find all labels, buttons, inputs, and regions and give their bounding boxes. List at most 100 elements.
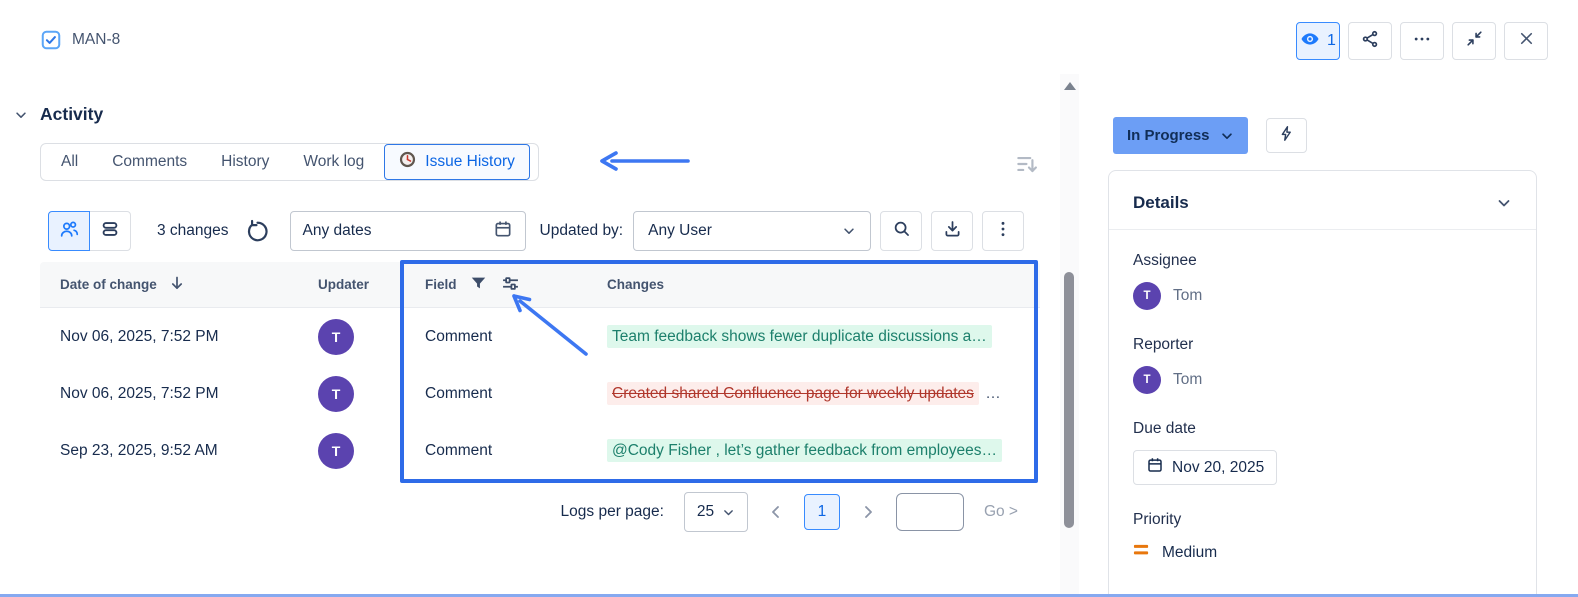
scrollbar-up-arrow[interactable] [1064,82,1076,90]
reporter-value[interactable]: T Tom [1133,366,1512,394]
download-icon [942,218,963,244]
group-by-user-toggle[interactable] [48,211,90,251]
chevron-down-icon[interactable] [14,108,28,122]
sort-order-icon[interactable] [1014,151,1040,182]
chevron-down-icon [1220,129,1234,143]
row-field: Comment [405,328,587,346]
activity-section-header: Activity [14,104,103,125]
close-icon [1517,29,1536,53]
history-toolbar: 3 changes Any dates Updated by: Any User [48,211,1024,251]
reporter-name: Tom [1173,371,1202,389]
assignee-value[interactable]: T Tom [1133,282,1512,310]
column-date-of-change[interactable]: Date of change [40,275,298,294]
collapse-button[interactable] [1452,22,1496,60]
divider [1109,229,1536,230]
tab-comments[interactable]: Comments [112,153,187,171]
reporter-label: Reporter [1133,336,1512,354]
next-page-icon[interactable] [860,504,876,520]
eye-icon [1300,29,1320,54]
page-size-select[interactable]: 25 [684,492,748,532]
share-icon [1360,29,1380,54]
list-view-toggle[interactable] [89,211,131,251]
chevron-down-icon [722,506,735,519]
priority-value[interactable]: Medium [1133,543,1512,562]
column-date-label: Date of change [60,277,157,292]
tab-issue-history-label: Issue History [425,153,515,171]
updated-by-label: Updated by: [540,222,624,240]
scrollbar[interactable] [1060,74,1079,597]
avatar: T [1133,366,1161,394]
search-button[interactable] [880,211,922,251]
lightning-icon [1277,124,1296,148]
issue-history-modal: MAN-8 1 Activity All Comments History Wo… [0,0,1578,597]
due-date-text: Nov 20, 2025 [1172,459,1264,477]
tab-work-log[interactable]: Work log [303,153,364,171]
sort-down-icon[interactable] [169,275,185,294]
avatar[interactable]: T [318,376,354,412]
task-type-icon [40,29,62,51]
calendar-icon [1146,456,1164,479]
page-size-value: 25 [697,503,714,521]
table-row[interactable]: Nov 06, 2025, 7:52 PM T Comment Team fee… [40,308,1040,365]
column-changes-label: Changes [607,277,664,292]
window-actions: 1 [1296,22,1548,60]
column-updater-label: Updater [318,277,369,292]
priority-label: Priority [1133,511,1512,529]
collapse-icon [1465,29,1484,53]
watchers-button[interactable]: 1 [1296,22,1340,60]
chevron-down-icon[interactable] [1496,195,1512,211]
close-button[interactable] [1504,22,1548,60]
column-field-label: Field [425,277,457,292]
go-to-page-input[interactable] [896,493,964,531]
refresh-icon[interactable] [245,219,270,244]
details-panel: Details Assignee T Tom Reporter T Tom Du… [1108,170,1537,597]
logs-per-page-label: Logs per page: [561,503,664,521]
details-header[interactable]: Details [1133,193,1512,213]
clock-icon [399,151,416,173]
people-icon [58,218,80,245]
changes-count: 3 changes [157,222,229,240]
history-table: Date of change Updater Field Changes Nov… [40,262,1040,479]
tab-all[interactable]: All [61,153,78,171]
tab-issue-history[interactable]: Issue History [384,144,530,180]
filter-funnel-icon[interactable] [469,274,488,296]
chevron-down-icon [842,224,856,238]
ellipsis-icon [1412,29,1432,54]
row-date: Sep 23, 2025, 9:52 AM [40,442,298,460]
change-removed-text[interactable]: Created shared Confluence page for weekl… [607,382,979,405]
field-settings-sliders-icon[interactable] [500,273,521,297]
status-label: In Progress [1127,127,1210,144]
status-dropdown[interactable]: In Progress [1113,117,1248,154]
row-field: Comment [405,442,587,460]
table-row[interactable]: Nov 06, 2025, 7:52 PM T Comment Created … [40,365,1040,422]
go-button[interactable]: Go > [984,503,1018,521]
change-added-text[interactable]: Team feedback shows fewer duplicate disc… [607,325,992,348]
change-added-text[interactable]: @Cody Fisher , let’s gather feedback fro… [607,439,1002,462]
avatar[interactable]: T [318,433,354,469]
current-page-button[interactable]: 1 [804,494,840,530]
due-date-label: Due date [1133,420,1512,438]
avatar[interactable]: T [318,319,354,355]
more-actions-button[interactable] [1400,22,1444,60]
scrollbar-thumb[interactable] [1064,272,1074,528]
share-button[interactable] [1348,22,1392,60]
watchers-count: 1 [1327,32,1336,50]
breadcrumb[interactable]: MAN-8 [40,29,120,51]
user-filter-select[interactable]: Any User [633,211,871,251]
prev-page-icon[interactable] [768,504,784,520]
user-filter-value: Any User [648,222,712,240]
activity-title: Activity [40,104,103,125]
table-row[interactable]: Sep 23, 2025, 9:52 AM T Comment @Cody Fi… [40,422,1040,479]
table-header: Date of change Updater Field Changes [40,262,1040,308]
automation-button[interactable] [1266,118,1307,153]
details-title: Details [1133,193,1189,213]
calendar-icon [493,219,513,244]
column-field: Field [405,273,587,297]
date-filter-value: Any dates [303,222,372,240]
export-button[interactable] [931,211,973,251]
date-filter[interactable]: Any dates [290,211,526,251]
due-date-value[interactable]: Nov 20, 2025 [1133,450,1277,485]
kebab-menu-button[interactable] [982,211,1024,251]
rows-icon [99,218,121,245]
tab-history[interactable]: History [221,153,269,171]
